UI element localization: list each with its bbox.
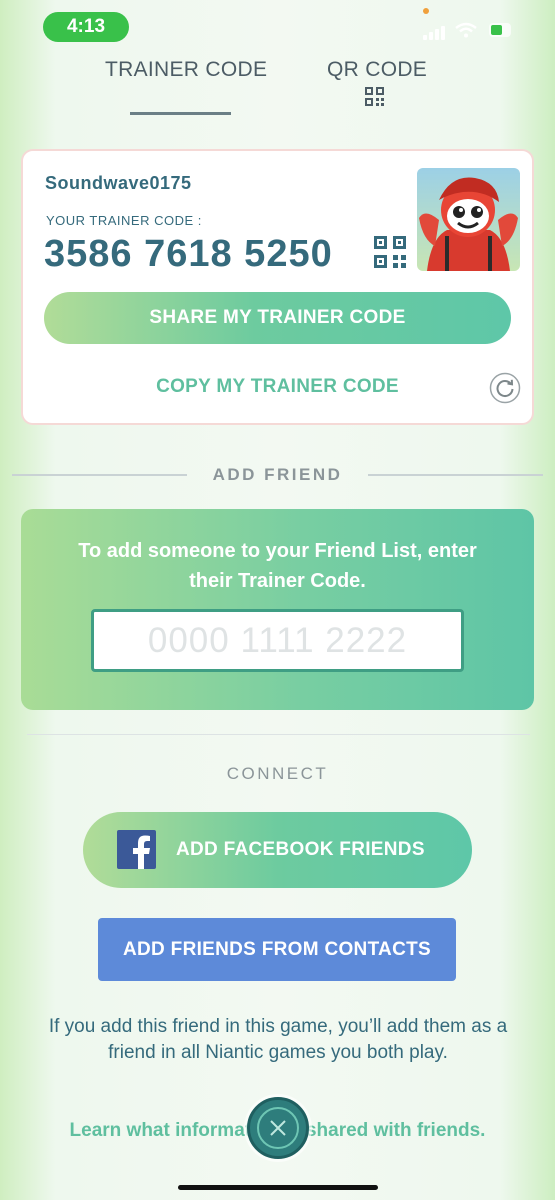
close-icon — [270, 1120, 286, 1136]
add-friends-from-contacts-button[interactable]: ADD FRIENDS FROM CONTACTS — [98, 918, 456, 981]
avatar — [417, 168, 520, 271]
status-time: 4:13 — [43, 12, 129, 42]
trainer-code-label: YOUR TRAINER CODE : — [46, 213, 202, 228]
signal-icon-bar — [429, 32, 433, 40]
status-icons — [415, 20, 515, 42]
wifi-icon — [455, 22, 477, 38]
tab-qr-code[interactable]: QR CODE — [327, 58, 427, 82]
copy-trainer-code-button[interactable]: COPY MY TRAINER CODE — [23, 376, 532, 398]
trainer-username: Soundwave0175 — [45, 173, 192, 193]
status-bar: 4:13 — [0, 0, 555, 50]
add-friend-card: To add someone to your Friend List, ente… — [21, 509, 534, 710]
signal-icon — [423, 35, 427, 40]
close-button[interactable] — [247, 1097, 309, 1159]
facebook-button-label: ADD FACEBOOK FRIENDS — [176, 839, 425, 860]
qr-code-icon[interactable] — [365, 87, 384, 106]
battery-level — [491, 25, 502, 35]
trainer-code-value: 3586 7618 5250 — [44, 233, 333, 275]
active-tab-indicator — [130, 112, 231, 115]
niantic-friends-info: If you add this friend in this game, you… — [48, 1016, 508, 1063]
trainer-avatar-illustration — [419, 177, 518, 271]
tab-trainer-code[interactable]: TRAINER CODE — [105, 58, 267, 82]
privacy-indicator-dot — [423, 8, 429, 14]
signal-icon-bar — [435, 29, 439, 40]
trainer-code-card: Soundwave0175 YOUR TRAINER CODE : 3586 7… — [21, 149, 534, 425]
home-indicator[interactable] — [178, 1185, 378, 1190]
share-trainer-code-button[interactable]: SHARE MY TRAINER CODE — [44, 292, 511, 344]
refresh-icon[interactable] — [489, 372, 521, 404]
add-friend-instructions: To add someone to your Friend List, ente… — [78, 540, 477, 592]
section-divider — [368, 474, 543, 476]
facebook-icon — [117, 830, 156, 869]
add-facebook-friends-button[interactable]: ADD FACEBOOK FRIENDS — [83, 812, 472, 888]
section-divider — [27, 734, 530, 735]
connect-heading: CONNECT — [226, 764, 329, 783]
battery-icon — [489, 23, 511, 37]
friend-code-input[interactable]: 0000 1111 2222 — [91, 609, 464, 672]
signal-icon-bar — [441, 26, 445, 40]
qr-code-icon[interactable] — [374, 236, 406, 268]
